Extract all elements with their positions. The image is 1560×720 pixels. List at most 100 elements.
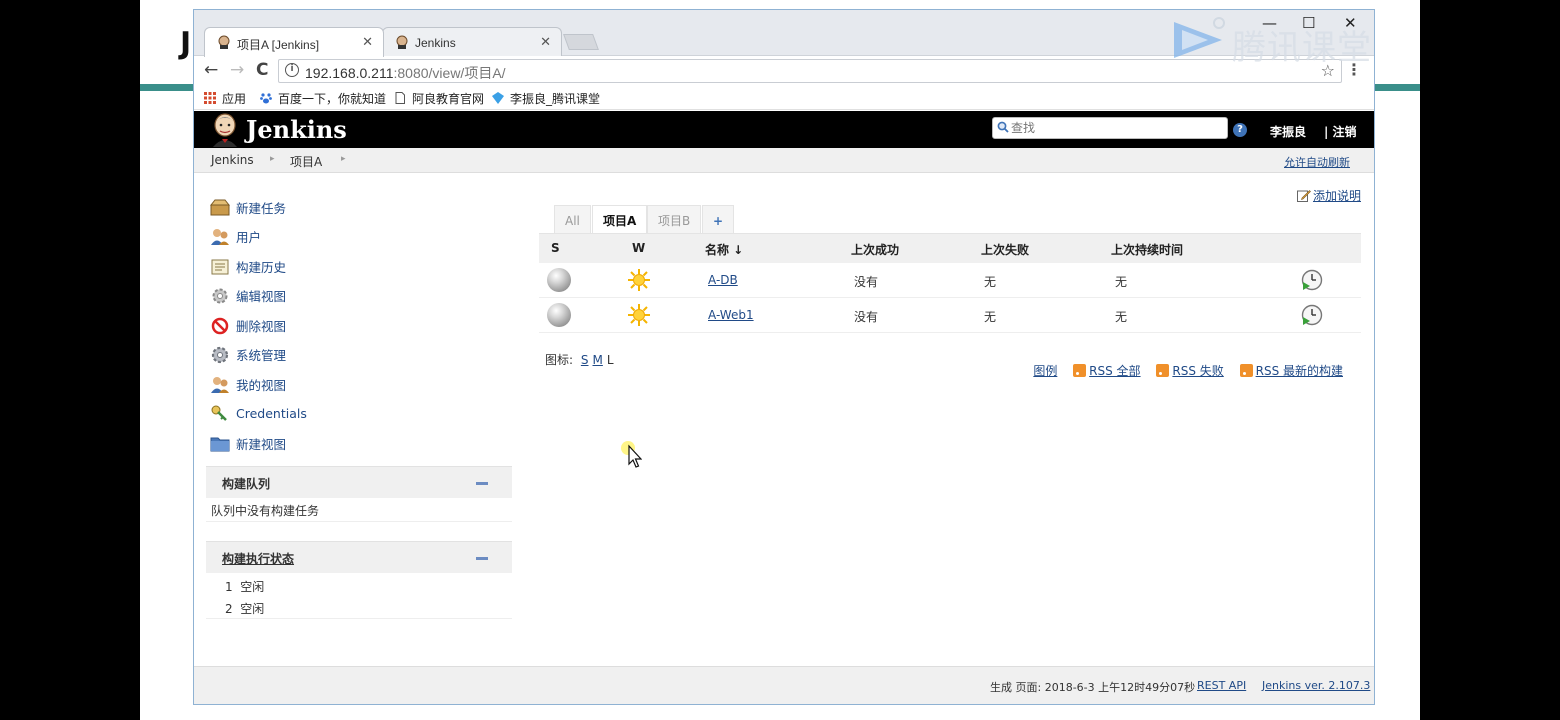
reload-icon[interactable]: C — [256, 60, 268, 80]
task-users[interactable]: 用户 — [210, 227, 261, 247]
rss-bar: 图例 RSS 全部 RSS 失败 RSS 最新的构建 — [1033, 362, 1343, 379]
site-info-icon[interactable]: i — [285, 63, 299, 77]
edit-view-gear-icon — [212, 288, 228, 304]
new-tab-button[interactable] — [563, 34, 599, 50]
jenkins-brand[interactable]: Jenkins — [246, 115, 347, 144]
task-credentials[interactable]: Credentials — [210, 404, 307, 424]
column-weather[interactable]: W — [632, 241, 645, 255]
enable-auto-refresh-link[interactable]: 允许自动刷新 — [1284, 154, 1350, 170]
schedule-build-icon[interactable] — [1301, 304, 1323, 326]
build-queue-empty: 队列中没有构建任务 — [206, 498, 512, 522]
column-last-success[interactable]: 上次成功 — [851, 241, 899, 258]
breadcrumb-separator-icon[interactable]: ▸ — [270, 154, 275, 164]
column-last-failure[interactable]: 上次失败 — [981, 241, 1029, 258]
tab-project-a[interactable]: 项目A — [592, 205, 648, 235]
executor-list: 1 空闲 2 空闲 — [206, 573, 512, 619]
bookmark-tencent[interactable]: 李振良_腾讯课堂 — [492, 90, 600, 107]
icon-size-s[interactable]: S — [581, 353, 589, 367]
bookmark-aliang[interactable]: 阿良教育官网 — [394, 90, 484, 107]
rss-failed-link[interactable]: RSS 失败 — [1172, 364, 1223, 378]
url-text: 192.168.0.211:8080/view/项目A/ — [305, 63, 506, 83]
help-icon[interactable]: ? — [1233, 123, 1247, 137]
search-icon — [997, 121, 1009, 133]
table-row: A-DB 没有 无 无 — [539, 263, 1361, 298]
bookmark-apps[interactable]: 应用 — [204, 90, 246, 107]
tab-project-b[interactable]: 项目B — [647, 205, 702, 235]
task-my-views[interactable]: 我的视图 — [210, 375, 286, 395]
jenkins-butler-logo-icon[interactable] — [210, 113, 240, 147]
browser-tab-active[interactable]: 项目A [Jenkins] ✕ — [204, 27, 384, 57]
breadcrumb-view[interactable]: 项目A — [290, 153, 322, 170]
logout-link[interactable]: | 注销 — [1324, 123, 1357, 140]
url-host: 192.168.0.211 — [305, 65, 394, 81]
breadcrumb: Jenkins ▸ 项目A ▸ 允许自动刷新 — [194, 148, 1374, 173]
rest-api-link[interactable]: REST API — [1197, 679, 1246, 692]
back-icon[interactable]: ← — [204, 60, 218, 80]
bookmark-label: 李振良_腾讯课堂 — [510, 92, 601, 106]
collapse-icon[interactable] — [476, 557, 488, 560]
watermark-text: 腾讯课堂 — [1232, 28, 1372, 68]
job-last-duration: 无 — [1115, 275, 1128, 289]
collapse-icon[interactable] — [476, 482, 488, 485]
side-panel: 新建任务 用户 构建历史 编辑视图 删除视图 系统管理 我的视图 Credent… — [194, 174, 524, 674]
search-input[interactable] — [1011, 119, 1221, 137]
tab-all[interactable]: All — [554, 205, 591, 235]
icon-size-m[interactable]: M — [593, 353, 603, 367]
rss-feed-icon[interactable] — [1239, 364, 1253, 377]
rss-feed-icon[interactable] — [1073, 364, 1087, 377]
breadcrumb-separator-icon[interactable]: ▸ — [341, 154, 346, 164]
task-label: 新建视图 — [236, 437, 287, 452]
page-icon — [395, 92, 405, 104]
add-view-tab[interactable]: + — [702, 205, 735, 235]
task-edit-view[interactable]: 编辑视图 — [210, 286, 286, 306]
column-last-duration[interactable]: 上次持续时间 — [1111, 241, 1183, 258]
task-label: 构建历史 — [236, 260, 287, 275]
rss-all-link[interactable]: RSS 全部 — [1089, 364, 1140, 378]
sunny-weather-icon — [628, 304, 650, 326]
tab-title: 项目A [Jenkins] — [237, 38, 320, 52]
task-new-view[interactable]: 新建视图 — [210, 434, 286, 454]
column-status[interactable]: S — [551, 241, 560, 255]
url-path: :8080/view/项目A/ — [393, 65, 506, 81]
schedule-build-icon[interactable] — [1301, 269, 1323, 291]
legend-link[interactable]: 图例 — [1033, 364, 1057, 378]
forward-icon[interactable]: → — [230, 60, 244, 80]
job-link[interactable]: A-DB — [708, 273, 738, 287]
baidu-paw-icon — [260, 93, 272, 104]
task-build-history[interactable]: 构建历史 — [210, 257, 286, 277]
search-box[interactable] — [992, 117, 1228, 139]
build-queue-pane: 构建队列 队列中没有构建任务 — [206, 466, 512, 522]
add-description-link[interactable]: 添加说明 — [1296, 187, 1361, 204]
build-queue-title[interactable]: 构建队列 — [222, 475, 270, 492]
jobs-table-header: S W 名称 ↓ 上次成功 上次失败 上次持续时间 — [539, 233, 1361, 263]
screen: J 项目A [Jenkins] ✕ Jenkins ✕ — ☐ ✕ ← → C … — [0, 0, 1560, 720]
icon-size-label: 图标: — [545, 353, 574, 367]
job-last-success: 没有 — [854, 275, 879, 289]
breadcrumb-jenkins[interactable]: Jenkins — [211, 153, 254, 167]
column-name[interactable]: 名称 ↓ — [705, 241, 743, 258]
bookmark-baidu[interactable]: 百度一下，你就知道 — [260, 90, 386, 107]
task-new-item[interactable]: 新建任务 — [210, 198, 286, 218]
task-label: 用户 — [236, 230, 262, 245]
executor-status-title[interactable]: 构建执行状态 — [222, 550, 294, 567]
task-label: 系统管理 — [236, 348, 287, 363]
task-manage-jenkins[interactable]: 系统管理 — [210, 345, 286, 365]
job-link[interactable]: A-Web1 — [708, 308, 754, 322]
task-delete-view[interactable]: 删除视图 — [210, 316, 286, 336]
table-row: A-Web1 没有 无 无 — [539, 298, 1361, 333]
executor-state: 空闲 — [240, 602, 265, 616]
my-views-icon — [211, 377, 229, 393]
job-last-duration: 无 — [1115, 310, 1128, 324]
apps-grid-icon — [204, 92, 216, 104]
tab-close-icon[interactable]: ✕ — [362, 34, 373, 50]
jenkins-version-link[interactable]: Jenkins ver. 2.107.3 — [1262, 679, 1370, 692]
tab-close-icon[interactable]: ✕ — [540, 34, 551, 50]
browser-tab[interactable]: Jenkins ✕ — [382, 27, 562, 57]
rss-latest-link[interactable]: RSS 最新的构建 — [1256, 364, 1343, 378]
task-label: 我的视图 — [236, 378, 287, 393]
current-user-link[interactable]: 李振良 — [1270, 123, 1306, 140]
delete-view-icon — [211, 317, 229, 335]
rss-feed-icon[interactable] — [1156, 364, 1170, 377]
jenkins-header: Jenkins ? 李振良 | 注销 — [194, 111, 1374, 148]
icon-size-l: L — [606, 353, 614, 367]
